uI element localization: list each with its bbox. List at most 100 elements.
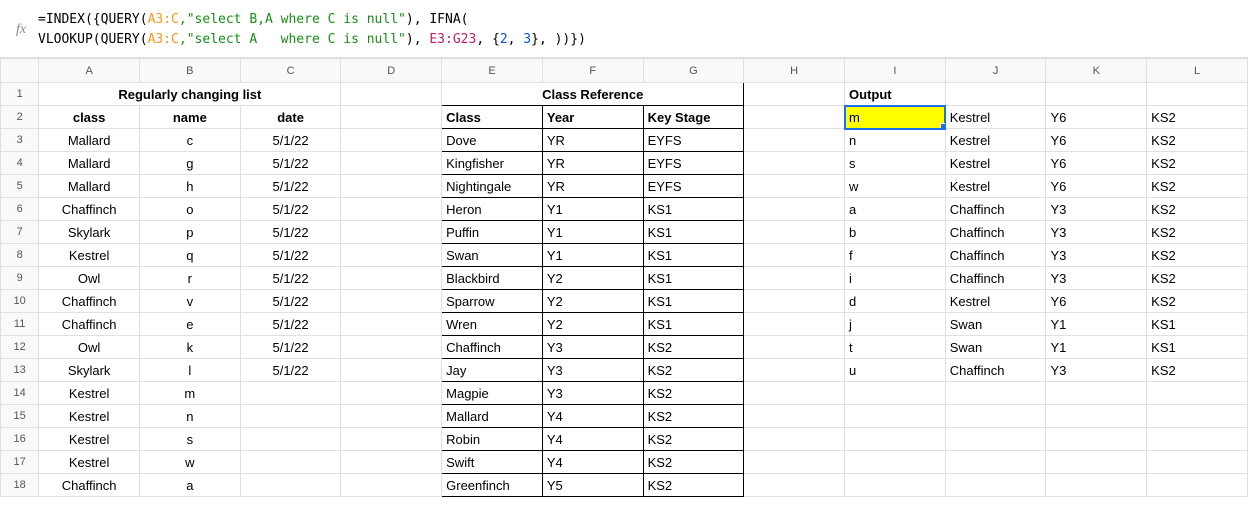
cell-D10[interactable] bbox=[341, 290, 442, 313]
cell-H18[interactable] bbox=[744, 474, 845, 497]
col-header[interactable]: K bbox=[1046, 59, 1147, 83]
cell-K5[interactable]: Y6 bbox=[1046, 175, 1147, 198]
cell-E5[interactable]: Nightingale bbox=[442, 175, 543, 198]
cell-L11[interactable]: KS1 bbox=[1147, 313, 1248, 336]
cell-J15[interactable] bbox=[945, 405, 1046, 428]
cell-K13[interactable]: Y3 bbox=[1046, 359, 1147, 382]
cell-F10[interactable]: Y2 bbox=[542, 290, 643, 313]
cell-F12[interactable]: Y3 bbox=[542, 336, 643, 359]
formula-input[interactable]: =INDEX({QUERY(A3:C,"select B,A where C i… bbox=[38, 8, 1248, 49]
select-all-corner[interactable] bbox=[1, 59, 39, 83]
row-header[interactable]: 15 bbox=[1, 405, 39, 428]
cell-L18[interactable] bbox=[1147, 474, 1248, 497]
cell-F8[interactable]: Y1 bbox=[542, 244, 643, 267]
cell-H13[interactable] bbox=[744, 359, 845, 382]
cell-I4[interactable]: s bbox=[845, 152, 946, 175]
cell-K12[interactable]: Y1 bbox=[1046, 336, 1147, 359]
row-header[interactable]: 16 bbox=[1, 428, 39, 451]
cell-F9[interactable]: Y2 bbox=[542, 267, 643, 290]
cell-I5[interactable]: w bbox=[845, 175, 946, 198]
cell-K7[interactable]: Y3 bbox=[1046, 221, 1147, 244]
cell-H12[interactable] bbox=[744, 336, 845, 359]
col-header[interactable]: B bbox=[139, 59, 240, 83]
cell-A2[interactable]: class bbox=[39, 106, 140, 129]
cell-B9[interactable]: r bbox=[139, 267, 240, 290]
cell-G8[interactable]: KS1 bbox=[643, 244, 744, 267]
cell-A12[interactable]: Owl bbox=[39, 336, 140, 359]
cell-G12[interactable]: KS2 bbox=[643, 336, 744, 359]
cell-E11[interactable]: Wren bbox=[442, 313, 543, 336]
cell-D18[interactable] bbox=[341, 474, 442, 497]
cell-L6[interactable]: KS2 bbox=[1147, 198, 1248, 221]
cell-K4[interactable]: Y6 bbox=[1046, 152, 1147, 175]
cell-E14[interactable]: Magpie bbox=[442, 382, 543, 405]
cell-D7[interactable] bbox=[341, 221, 442, 244]
cell-I18[interactable] bbox=[845, 474, 946, 497]
cell-C13[interactable]: 5/1/22 bbox=[240, 359, 341, 382]
cell-B10[interactable]: v bbox=[139, 290, 240, 313]
cell-H4[interactable] bbox=[744, 152, 845, 175]
cell-I7[interactable]: b bbox=[845, 221, 946, 244]
cell-H17[interactable] bbox=[744, 451, 845, 474]
cell-C10[interactable]: 5/1/22 bbox=[240, 290, 341, 313]
col-header[interactable]: F bbox=[542, 59, 643, 83]
cell-I1[interactable]: Output bbox=[845, 83, 946, 106]
cell-C12[interactable]: 5/1/22 bbox=[240, 336, 341, 359]
cell-C8[interactable]: 5/1/22 bbox=[240, 244, 341, 267]
row-header[interactable]: 11 bbox=[1, 313, 39, 336]
cell-C14[interactable] bbox=[240, 382, 341, 405]
cell-E6[interactable]: Heron bbox=[442, 198, 543, 221]
cell-A7[interactable]: Skylark bbox=[39, 221, 140, 244]
cell-E7[interactable]: Puffin bbox=[442, 221, 543, 244]
cell-B11[interactable]: e bbox=[139, 313, 240, 336]
cell-C6[interactable]: 5/1/22 bbox=[240, 198, 341, 221]
cell-K15[interactable] bbox=[1046, 405, 1147, 428]
cell-D16[interactable] bbox=[341, 428, 442, 451]
cell-L8[interactable]: KS2 bbox=[1147, 244, 1248, 267]
cell-H15[interactable] bbox=[744, 405, 845, 428]
cell-H8[interactable] bbox=[744, 244, 845, 267]
cell-L5[interactable]: KS2 bbox=[1147, 175, 1248, 198]
cell-A6[interactable]: Chaffinch bbox=[39, 198, 140, 221]
cell-I17[interactable] bbox=[845, 451, 946, 474]
cell-B8[interactable]: q bbox=[139, 244, 240, 267]
cell-B5[interactable]: h bbox=[139, 175, 240, 198]
cell-L12[interactable]: KS1 bbox=[1147, 336, 1248, 359]
col-header[interactable]: I bbox=[845, 59, 946, 83]
cell-G18[interactable]: KS2 bbox=[643, 474, 744, 497]
cell-H16[interactable] bbox=[744, 428, 845, 451]
cell-L14[interactable] bbox=[1147, 382, 1248, 405]
cell-J16[interactable] bbox=[945, 428, 1046, 451]
cell-B14[interactable]: m bbox=[139, 382, 240, 405]
col-header[interactable]: J bbox=[945, 59, 1046, 83]
cell-H10[interactable] bbox=[744, 290, 845, 313]
row-header[interactable]: 7 bbox=[1, 221, 39, 244]
cell-J14[interactable] bbox=[945, 382, 1046, 405]
cell-K11[interactable]: Y1 bbox=[1046, 313, 1147, 336]
cell-H11[interactable] bbox=[744, 313, 845, 336]
cell-I6[interactable]: a bbox=[845, 198, 946, 221]
cell-A3[interactable]: Mallard bbox=[39, 129, 140, 152]
cell-E13[interactable]: Jay bbox=[442, 359, 543, 382]
cell-H5[interactable] bbox=[744, 175, 845, 198]
cell-F17[interactable]: Y4 bbox=[542, 451, 643, 474]
cell-I10[interactable]: d bbox=[845, 290, 946, 313]
cell-C4[interactable]: 5/1/22 bbox=[240, 152, 341, 175]
cell-D15[interactable] bbox=[341, 405, 442, 428]
cell-I15[interactable] bbox=[845, 405, 946, 428]
cell-J6[interactable]: Chaffinch bbox=[945, 198, 1046, 221]
cell-E3[interactable]: Dove bbox=[442, 129, 543, 152]
cell-A16[interactable]: Kestrel bbox=[39, 428, 140, 451]
cell-A14[interactable]: Kestrel bbox=[39, 382, 140, 405]
cell-A11[interactable]: Chaffinch bbox=[39, 313, 140, 336]
cell-A10[interactable]: Chaffinch bbox=[39, 290, 140, 313]
cell-I11[interactable]: j bbox=[845, 313, 946, 336]
cell-L7[interactable]: KS2 bbox=[1147, 221, 1248, 244]
cell-D2[interactable] bbox=[341, 106, 442, 129]
cell-C5[interactable]: 5/1/22 bbox=[240, 175, 341, 198]
cell-B2[interactable]: name bbox=[139, 106, 240, 129]
cell-E2[interactable]: Class bbox=[442, 106, 543, 129]
cell-B17[interactable]: w bbox=[139, 451, 240, 474]
row-header[interactable]: 18 bbox=[1, 474, 39, 497]
cell-D11[interactable] bbox=[341, 313, 442, 336]
